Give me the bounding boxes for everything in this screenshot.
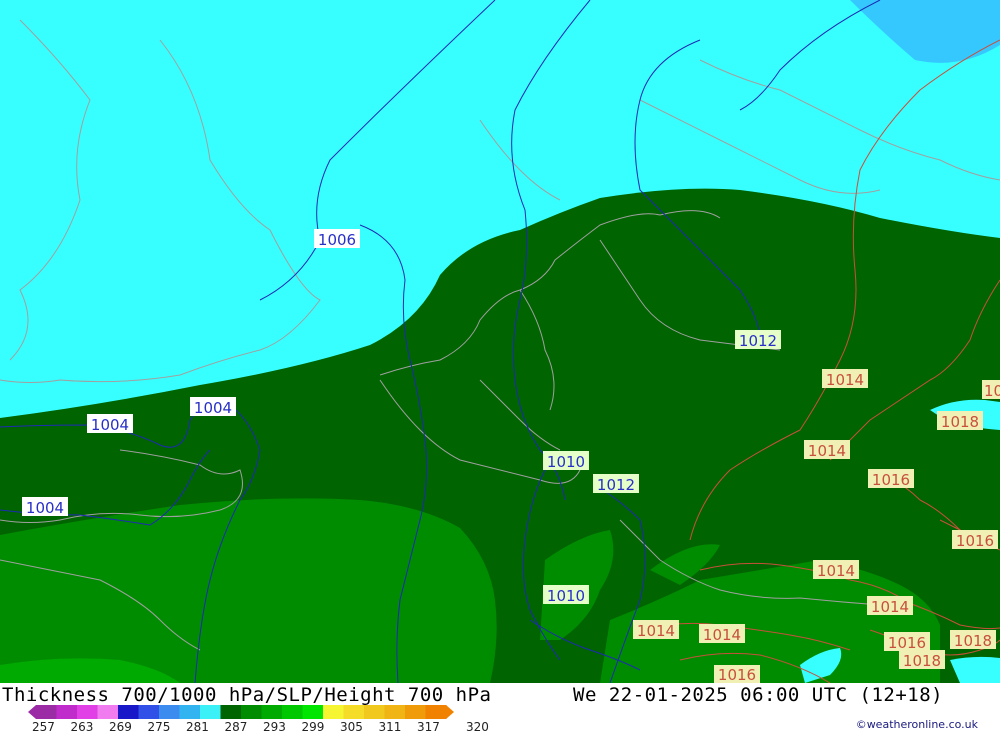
svg-text:1010: 1010 (547, 587, 585, 605)
isobar-label-1018: 1018 (937, 411, 983, 431)
isobar-label-1010: 1010 (543, 585, 589, 605)
isobar-label-1016: 1016 (884, 632, 930, 652)
color-scale-tick: 317 (417, 720, 440, 734)
svg-text:1016: 1016 (872, 471, 910, 489)
isobar-label-1004: 1004 (190, 397, 236, 417)
color-scale-segment (384, 705, 406, 719)
svg-text:1014: 1014 (826, 371, 864, 389)
color-scale-segment (405, 705, 426, 719)
color-scale-segment (118, 705, 139, 719)
color-scale-tick: 257 (32, 720, 55, 734)
svg-text:1004: 1004 (91, 416, 129, 434)
color-scale-segment (159, 705, 180, 719)
color-scale-segment (200, 705, 221, 719)
isobar-label-1016: 1016 (714, 665, 760, 684)
isobar-label-1012: 1012 (735, 330, 781, 350)
svg-text:1018: 1018 (903, 652, 941, 670)
color-scale-tick: 299 (301, 720, 325, 734)
color-scale-segment (97, 705, 119, 719)
isobar-label-1018: 1018 (950, 630, 996, 650)
map-footer: Thickness 700/1000 hPa/SLP/Height 700 hP… (0, 683, 1000, 734)
svg-text:10: 10 (984, 382, 1000, 400)
isobar-label-1010: 1010 (543, 451, 589, 471)
color-scale-segment (77, 705, 98, 719)
weather-map: 1006 1004 1004 1004 1012 1010 1012 1010 (0, 0, 1000, 684)
svg-text:1004: 1004 (26, 499, 64, 517)
isobar-label-1006: 1006 (314, 229, 360, 249)
color-scale-segment (56, 705, 78, 719)
color-scale-segment (179, 705, 201, 719)
color-scale-tick: 287 (224, 720, 248, 734)
color-scale-tick: 275 (147, 720, 171, 734)
color-scale-segment (261, 705, 283, 719)
color-scale-segment (220, 705, 242, 719)
svg-text:1012: 1012 (597, 476, 635, 494)
svg-text:1006: 1006 (318, 231, 356, 249)
svg-text:1014: 1014 (871, 598, 909, 616)
color-scale-segment (343, 705, 365, 719)
isobar-label-1018: 1018 (899, 650, 945, 670)
color-scale-tick: 281 (186, 720, 209, 734)
svg-text:1016: 1016 (888, 634, 926, 652)
color-scale-segment (36, 705, 57, 719)
svg-text:1014: 1014 (817, 562, 855, 580)
color-scale (28, 705, 454, 719)
color-scale-tick: 293 (263, 720, 286, 734)
isobar-label-1014: 1014 (804, 440, 850, 460)
isobar-label-1004: 1004 (22, 497, 68, 517)
color-scale-left-arrow (28, 705, 36, 719)
svg-text:1014: 1014 (808, 442, 846, 460)
credit-link[interactable]: ©weatheronline.co.uk (856, 718, 978, 731)
color-scale-tick: 311 (378, 720, 402, 734)
color-scale-tick: 320 (466, 720, 489, 734)
color-scale-tick: 269 (109, 720, 132, 734)
svg-text:1016: 1016 (956, 532, 994, 550)
isobar-label-1014: 1014 (633, 620, 679, 640)
svg-text:1010: 1010 (547, 453, 585, 471)
color-scale-segment (302, 705, 324, 719)
svg-text:1012: 1012 (739, 332, 777, 350)
color-scale-segment (364, 705, 385, 719)
svg-text:1016: 1016 (718, 666, 756, 683)
color-scale-segment (425, 705, 447, 719)
color-scale-segment (241, 705, 262, 719)
isobar-label-1004: 1004 (87, 414, 133, 434)
color-scale-tick: 263 (70, 720, 94, 734)
color-scale-segment (138, 705, 160, 719)
color-scale-segment (323, 705, 344, 719)
svg-text:1018: 1018 (954, 632, 992, 650)
isobar-label-1014: 1014 (699, 624, 745, 644)
isobar-label-cut: 10 (982, 380, 1000, 400)
map-datetime: We 22-01-2025 06:00 UTC (12+18) (573, 684, 944, 706)
color-scale-right-arrow (446, 705, 454, 719)
map-title: Thickness 700/1000 hPa/SLP/Height 700 hP… (2, 684, 492, 706)
isobar-label-1016: 1016 (868, 469, 914, 489)
color-scale-tick: 305 (340, 720, 363, 734)
svg-text:1018: 1018 (941, 413, 979, 431)
color-scale-segment (282, 705, 303, 719)
thickness-field-mid-green (0, 498, 497, 683)
isobar-label-1014: 1014 (867, 596, 913, 616)
svg-text:1014: 1014 (703, 626, 741, 644)
isobar-label-1014: 1014 (813, 560, 859, 580)
svg-text:1004: 1004 (194, 399, 232, 417)
isobar-label-1016: 1016 (952, 530, 998, 550)
color-scale-labels: 257 263 269 275 281 287 293 299 305 311 317 320 (0, 720, 520, 734)
isobar-label-1014: 1014 (822, 369, 868, 389)
svg-text:1014: 1014 (637, 622, 675, 640)
isobar-label-1012: 1012 (593, 474, 639, 494)
